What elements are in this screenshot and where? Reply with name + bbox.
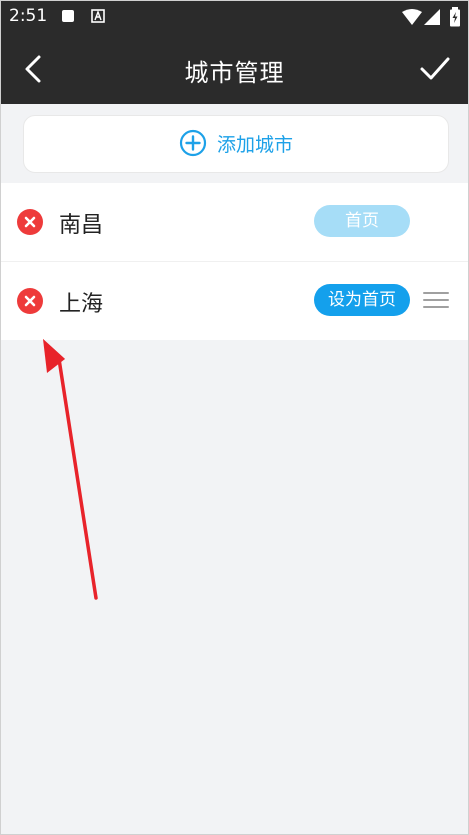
square-icon <box>62 10 74 22</box>
phone-screen: 2:51 城市管理 添加城市 南昌 首页 上海 设为首页 <box>0 0 469 835</box>
check-icon <box>420 57 450 80</box>
wifi-icon <box>402 9 422 25</box>
page-title: 城市管理 <box>184 59 285 87</box>
close-icon <box>24 216 36 228</box>
city-name: 上海 <box>59 292 104 317</box>
add-city-button[interactable]: 添加城市 <box>23 115 449 173</box>
a-box-icon <box>91 9 105 23</box>
add-city-label: 添加城市 <box>216 133 293 156</box>
close-icon <box>24 295 36 307</box>
status-time: 2:51 <box>9 6 48 26</box>
signal-icon <box>424 9 440 25</box>
city-name: 南昌 <box>59 213 104 238</box>
battery-icon <box>450 7 460 27</box>
remove-city-button[interactable] <box>17 288 43 314</box>
city-list: 南昌 首页 上海 设为首页 <box>1 183 468 340</box>
drag-handle-icon[interactable] <box>423 292 449 310</box>
plus-circle-icon <box>179 129 207 157</box>
remove-city-button[interactable] <box>17 209 43 235</box>
city-row: 上海 设为首页 <box>1 262 468 340</box>
confirm-button[interactable] <box>418 53 452 85</box>
city-row: 南昌 首页 <box>1 183 468 262</box>
status-bar: 2:51 <box>1 1 468 33</box>
home-badge: 首页 <box>314 205 410 237</box>
app-bar: 城市管理 <box>1 33 468 104</box>
set-as-home-button[interactable]: 设为首页 <box>314 284 410 316</box>
